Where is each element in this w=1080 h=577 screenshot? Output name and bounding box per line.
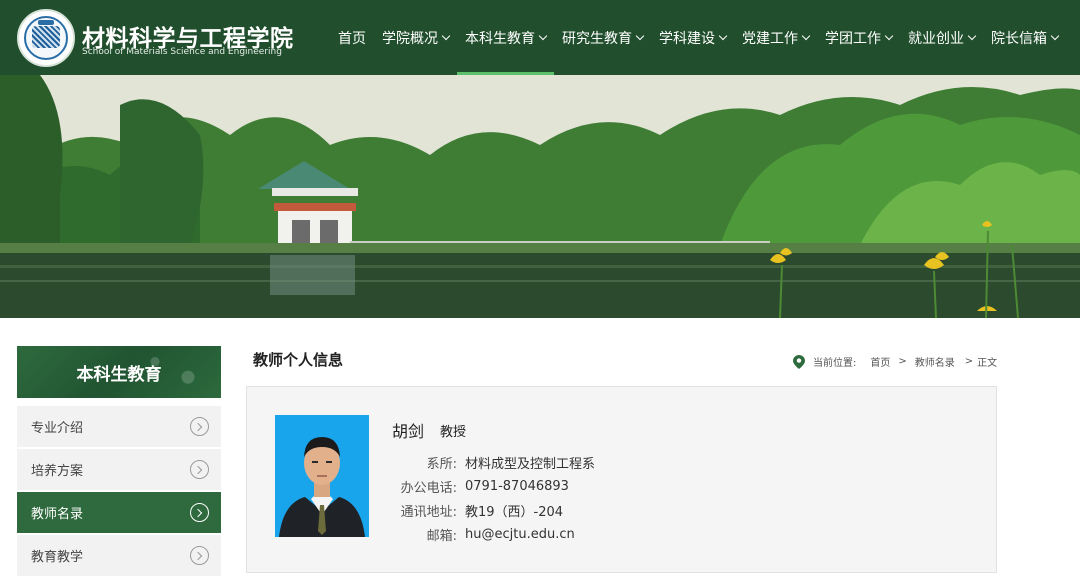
page-title: 教师个人信息	[253, 351, 344, 369]
nav-item-discipline[interactable]: 学科建设	[651, 0, 734, 75]
breadcrumb-separator: >	[898, 356, 907, 367]
info-value-department: 材料成型及控制工程系	[465, 456, 596, 472]
circle-chevron-right-icon	[190, 546, 209, 565]
nav-item-undergraduate[interactable]: 本科生教育	[457, 0, 554, 75]
chevron-down-icon	[635, 31, 645, 40]
circle-chevron-right-icon	[190, 503, 209, 522]
nav-item-graduate[interactable]: 研究生教育	[554, 0, 651, 75]
info-row-address: 通讯地址: 教19（西）-204	[392, 498, 595, 522]
campus-banner-image	[0, 75, 1080, 318]
info-value-office-phone: 0791-87046893	[465, 478, 569, 494]
info-value-email[interactable]: hu@ecjtu.edu.cn	[465, 527, 575, 542]
school-name-en: School of Materials Science and Engineer…	[82, 47, 282, 57]
info-label: 系所:	[426, 456, 457, 472]
info-row-office-phone: 办公电话: 0791-87046893	[392, 474, 595, 498]
nav-item-dean-mailbox[interactable]: 院长信箱	[983, 0, 1066, 75]
breadcrumb-faculty-directory[interactable]: 教师名录	[915, 354, 955, 369]
info-label: 通讯地址:	[400, 504, 457, 520]
sidebar-item-label: 教育教学	[31, 550, 84, 565]
breadcrumb-separator: >	[964, 356, 974, 367]
info-row-email: 邮箱: hu@ecjtu.edu.cn	[392, 522, 595, 546]
info-row-department: 系所: 材料成型及控制工程系	[392, 450, 595, 474]
circle-chevron-right-icon	[190, 460, 209, 479]
main-nav: 首页 学院概况 本科生教育 研究生教育 学科建设 党建工作 学团工作 就业创业 …	[330, 0, 1066, 75]
teacher-profile-card: 胡剑 教授 系所: 材料成型及控制工程系 办公电话: 0791-87046893…	[246, 386, 997, 573]
sidebar-item-label: 专业介绍	[31, 421, 84, 436]
chevron-down-icon	[441, 31, 451, 40]
chevron-down-icon	[1050, 31, 1060, 40]
chevron-down-icon	[718, 31, 728, 40]
sidebar-item-training-plan[interactable]: 培养方案	[17, 449, 221, 490]
breadcrumb-home[interactable]: 首页	[870, 354, 890, 369]
location-pin-icon	[793, 354, 805, 369]
teacher-name: 胡剑	[392, 422, 425, 441]
sidebar-title: 本科生教育	[17, 346, 221, 398]
breadcrumb-current: 正文	[977, 358, 998, 369]
sidebar-item-label: 培养方案	[31, 464, 84, 479]
nav-item-student-work[interactable]: 学团工作	[817, 0, 900, 75]
nav-item-overview[interactable]: 学院概况	[374, 0, 457, 75]
teacher-photo	[275, 415, 369, 537]
site-header: 材料科学与工程学院 School of Materials Science an…	[0, 0, 1080, 75]
chevron-down-icon	[538, 31, 548, 40]
sidebar-item-faculty-directory[interactable]: 教师名录	[17, 492, 221, 533]
chevron-down-icon	[801, 31, 811, 40]
breadcrumb-prefix: 当前位置:	[813, 358, 857, 369]
info-value-address: 教19（西）-204	[465, 504, 564, 520]
info-label: 邮箱:	[426, 528, 457, 544]
sidebar-item-teaching[interactable]: 教育教学	[17, 535, 221, 576]
chevron-down-icon	[967, 31, 977, 40]
nav-item-employment[interactable]: 就业创业	[900, 0, 983, 75]
school-logo-icon[interactable]	[17, 9, 75, 67]
circle-chevron-right-icon	[190, 417, 209, 436]
sidebar-item-label: 教师名录	[31, 507, 84, 522]
teacher-title: 教授	[440, 425, 467, 440]
nav-item-home[interactable]: 首页	[330, 0, 374, 75]
sidebar-menu: 专业介绍 培养方案 教师名录 教育教学	[17, 406, 221, 577]
chevron-down-icon	[884, 31, 894, 40]
info-label: 办公电话:	[400, 480, 457, 496]
teacher-info-list: 系所: 材料成型及控制工程系 办公电话: 0791-87046893 通讯地址:…	[392, 450, 595, 546]
nav-item-party[interactable]: 党建工作	[734, 0, 817, 75]
sidebar-item-major-intro[interactable]: 专业介绍	[17, 406, 221, 447]
breadcrumb: 当前位置: 首页 > 教师名录 > 正文	[793, 354, 997, 369]
